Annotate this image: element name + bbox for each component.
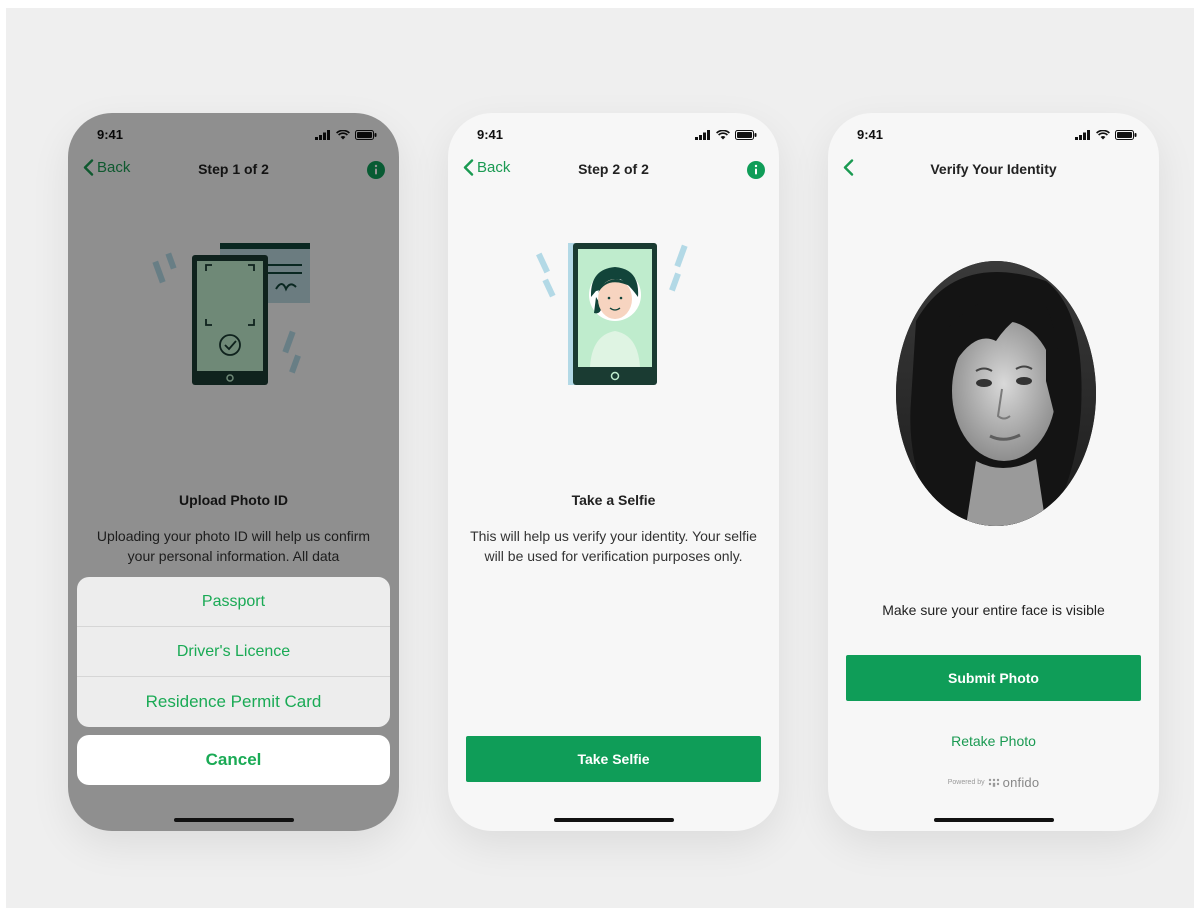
- option-drivers-licence[interactable]: Driver's Licence: [77, 627, 390, 677]
- status-time: 9:41: [857, 127, 884, 142]
- face-photo-placeholder: [896, 261, 1096, 526]
- selfie-photo-preview: [896, 261, 1096, 526]
- nav-bar: Verify Your Identity: [828, 159, 1159, 183]
- signal-icon: [695, 130, 710, 140]
- take-selfie-button[interactable]: Take Selfie: [466, 736, 761, 782]
- onfido-logo-icon: [988, 778, 999, 787]
- nav-title: Step 2 of 2: [578, 161, 649, 177]
- battery-icon: [735, 130, 757, 140]
- signal-icon: [1075, 130, 1090, 140]
- battery-icon: [1115, 130, 1137, 140]
- cancel-button[interactable]: Cancel: [77, 735, 390, 785]
- home-indicator: [173, 818, 294, 822]
- face-visible-hint: Make sure your entire face is visible: [882, 602, 1105, 618]
- phone-upload-id: 9:41 Back Step 1 of 2 Upload Photo ID Up…: [68, 113, 399, 831]
- retake-photo-button[interactable]: Retake Photo: [828, 733, 1159, 749]
- powered-by-onfido: Powered by onfido: [828, 775, 1159, 790]
- content-body: This will help us verify your identity. …: [470, 528, 757, 564]
- option-passport[interactable]: Passport: [77, 577, 390, 627]
- status-bar: 9:41: [828, 127, 1159, 149]
- nav-title: Verify Your Identity: [930, 161, 1057, 177]
- powered-by-brand: onfido: [1002, 775, 1040, 790]
- powered-by-prefix: Powered by: [947, 779, 985, 786]
- action-sheet: Passport Driver's Licence Residence Perm…: [77, 577, 390, 727]
- nav-bar: Back Step 2 of 2: [448, 159, 779, 183]
- submit-photo-button[interactable]: Submit Photo: [846, 655, 1141, 701]
- status-icons: [1075, 130, 1137, 140]
- home-indicator: [933, 818, 1054, 822]
- status-bar: 9:41: [448, 127, 779, 149]
- status-icons: [695, 130, 757, 140]
- status-time: 9:41: [477, 127, 504, 142]
- phone-take-selfie: 9:41 Back Step 2 of 2 Take a Selfie This…: [448, 113, 779, 831]
- selfie-phone-illustration: [536, 243, 688, 385]
- phone-verify-identity: 9:41 Verify Your Identity Make sure your…: [828, 113, 1159, 831]
- info-icon[interactable]: [747, 161, 765, 179]
- wifi-icon: [716, 130, 730, 140]
- canvas: 9:41 Back Step 1 of 2 Upload Photo ID Up…: [6, 8, 1194, 908]
- option-residence-permit[interactable]: Residence Permit Card: [77, 677, 390, 727]
- wifi-icon: [1096, 130, 1110, 140]
- home-indicator: [553, 818, 674, 822]
- content-title: Take a Selfie: [571, 492, 656, 508]
